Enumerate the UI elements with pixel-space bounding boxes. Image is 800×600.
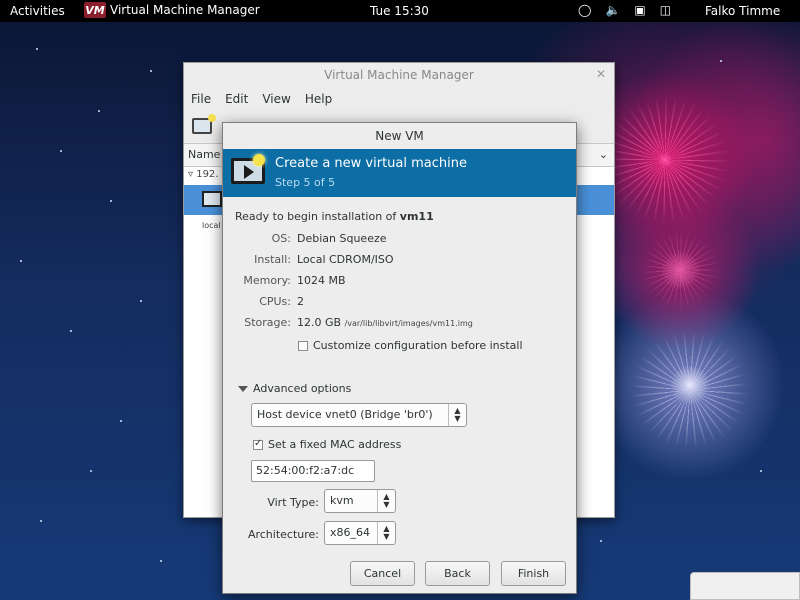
connection-group[interactable]: ▿ 192. [188, 169, 218, 180]
cpus-label: CPUs: [259, 295, 291, 308]
close-icon[interactable]: ✕ [596, 67, 606, 81]
storage-path: /var/lib/libvirt/images/vm11.img [344, 319, 473, 328]
partial-window [690, 572, 800, 600]
virt-type-label: Virt Type: [267, 496, 319, 509]
expander-arrow-icon [238, 385, 248, 392]
fixed-mac-label: Set a fixed MAC address [268, 438, 402, 451]
fixed-mac-checkbox[interactable]: Set a fixed MAC address [253, 438, 401, 451]
chevron-down-icon[interactable]: ⌄ [599, 144, 608, 166]
menu-file[interactable]: File [191, 92, 211, 106]
customize-label: Customize configuration before install [313, 339, 523, 352]
storage-value: 12.0 GB /var/lib/libvirt/images/vm11.img [297, 316, 473, 329]
menu-help[interactable]: Help [305, 92, 332, 106]
back-button[interactable]: Back [425, 561, 490, 586]
menu-edit[interactable]: Edit [225, 92, 248, 106]
app-name: Virtual Machine Manager [110, 3, 260, 17]
battery-icon[interactable]: ◫ [660, 3, 671, 17]
architecture-label: Architecture: [247, 528, 319, 541]
user-menu[interactable]: Falko Timme [705, 4, 780, 18]
firework-burst [600, 95, 730, 225]
vm-icon [202, 191, 222, 207]
header-banner: Create a new virtual machine Step 5 of 5 [223, 149, 576, 197]
checkbox-unchecked[interactable] [298, 340, 308, 351]
os-label: OS: [271, 232, 291, 245]
vm-name: vm11 [399, 210, 434, 223]
architecture-select[interactable]: x86_64 ▲ ▼ [324, 521, 396, 545]
virt-type-select[interactable]: kvm ▲ ▼ [324, 489, 396, 513]
storage-label: Storage: [244, 316, 291, 329]
window-title: Virtual Machine Manager [324, 68, 474, 82]
firework-burst [640, 230, 720, 310]
menu-bar: File Edit View Help [184, 87, 614, 111]
new-vm-dialog: New VM Create a new virtual machine Step… [222, 122, 577, 594]
step-indicator: Step 5 of 5 [275, 176, 336, 189]
network-device-select[interactable]: Host device vnet0 (Bridge 'br0') ▲ ▼ [251, 403, 467, 427]
advanced-options-label: Advanced options [253, 382, 352, 395]
firework-burst [630, 330, 750, 450]
star-icon [253, 154, 265, 166]
advanced-options-expander[interactable]: Advanced options [238, 382, 351, 395]
select-arrows-icon: ▲ ▼ [377, 522, 395, 544]
cpus-value: 2 [297, 295, 304, 308]
virt-manager-logo-icon: VM [84, 2, 106, 18]
memory-label: Memory: [243, 274, 291, 287]
customize-checkbox[interactable]: Customize configuration before install [298, 339, 523, 352]
activities-button[interactable]: Activities [10, 4, 65, 18]
menu-view[interactable]: View [262, 92, 290, 106]
mac-address-input[interactable]: 52:54:00:f2:a7:dc [251, 460, 375, 482]
ready-heading: Ready to begin installation of vm11 [235, 210, 434, 223]
volume-icon[interactable]: 🔈 [605, 3, 620, 17]
banner-title: Create a new virtual machine [275, 156, 467, 171]
dialog-title: New VM [375, 129, 424, 143]
virt-type-value: kvm [330, 494, 354, 507]
select-arrows-icon: ▲ ▼ [448, 404, 466, 426]
install-label: Install: [254, 253, 291, 266]
new-vm-icon[interactable] [192, 114, 216, 134]
row-label: local [202, 221, 221, 230]
status-icons: ◯ 🔈 ▣ ◫ [578, 3, 671, 17]
memory-value: 1024 MB [297, 274, 346, 287]
checkbox-checked[interactable] [253, 438, 263, 450]
architecture-value: x86_64 [330, 526, 371, 539]
os-value: Debian Squeeze [297, 232, 387, 245]
top-bar: Activities VM Virtual Machine Manager Tu… [0, 0, 800, 22]
accessibility-icon[interactable]: ◯ [578, 3, 591, 17]
clock[interactable]: Tue 15:30 [370, 4, 429, 18]
app-menu[interactable]: VM Virtual Machine Manager [84, 2, 260, 18]
cancel-button[interactable]: Cancel [350, 561, 415, 586]
name-column-header[interactable]: Name [188, 148, 220, 161]
finish-button[interactable]: Finish [501, 561, 566, 586]
select-arrows-icon: ▲ ▼ [377, 490, 395, 512]
network-icon[interactable]: ▣ [634, 3, 645, 17]
network-device-value: Host device vnet0 (Bridge 'br0') [257, 408, 433, 421]
install-value: Local CDROM/ISO [297, 253, 394, 266]
